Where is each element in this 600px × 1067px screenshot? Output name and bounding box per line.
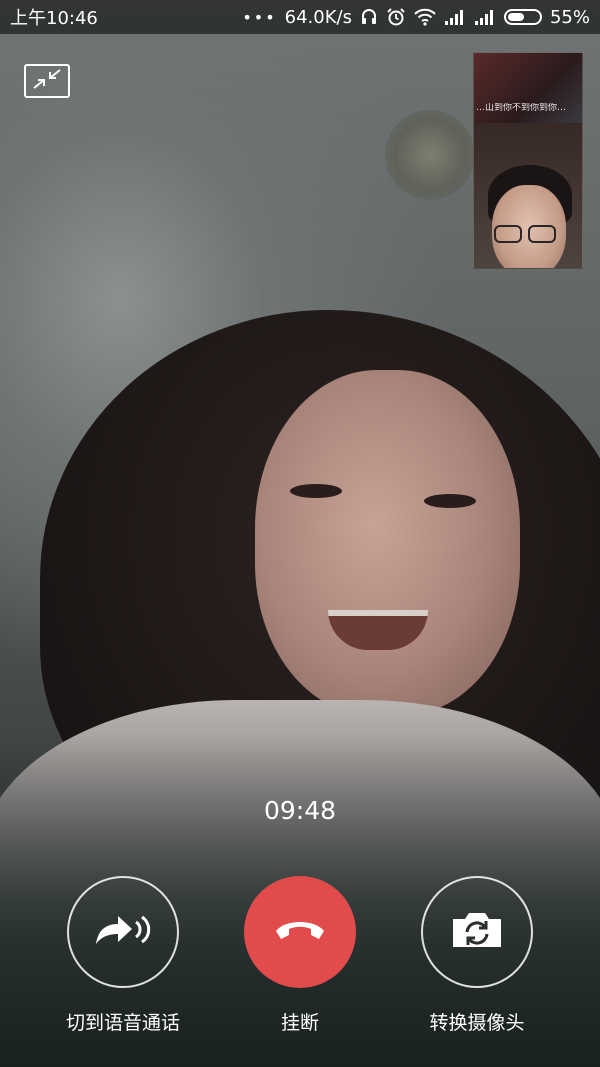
signal-icon-2 <box>474 9 496 25</box>
battery-fill <box>507 13 525 21</box>
remote-person-eye <box>290 484 342 498</box>
wifi-icon <box>414 8 436 26</box>
switch-camera-button[interactable] <box>421 876 533 988</box>
self-video-preview[interactable]: …山到你不到你到你… <box>473 52 583 269</box>
hang-up-icon <box>273 917 327 947</box>
hang-up-button[interactable] <box>244 876 356 988</box>
status-bar: 上午10:46 ••• 64.0K/s 55% <box>0 0 600 34</box>
remote-person-eye <box>424 494 476 508</box>
switch-camera-label: 转换摄像头 <box>429 1012 525 1034</box>
remote-person-face <box>255 370 520 715</box>
network-speed: 64.0K/s <box>284 6 352 28</box>
switch-camera-control: 转换摄像头 <box>387 876 567 1035</box>
switch-to-voice-control: 切到语音通话 <box>33 876 213 1035</box>
hang-up-label: 挂断 <box>280 1012 319 1034</box>
switch-to-voice-label: 切到语音通话 <box>65 1012 180 1034</box>
video-call-screen: 上午10:46 ••• 64.0K/s 55% …山到你不到你到你… 09:48… <box>0 0 600 1067</box>
call-timer: 09:48 <box>263 796 337 825</box>
more-dots: ••• <box>242 7 277 27</box>
minimize-button[interactable] <box>24 64 70 98</box>
headset-icon <box>360 8 378 26</box>
battery-percent: 55% <box>549 6 590 28</box>
camera-switch-icon <box>449 909 505 955</box>
voice-switch-icon <box>92 910 154 954</box>
switch-to-voice-button[interactable] <box>67 876 179 988</box>
self-person-glasses <box>528 225 556 243</box>
alarm-icon <box>386 7 406 27</box>
signal-icon <box>444 9 466 25</box>
background-wall-spot <box>385 110 475 200</box>
minimize-icon <box>30 67 64 95</box>
hang-up-control: 挂断 <box>210 876 390 1035</box>
status-time: 上午10:46 <box>10 8 98 29</box>
battery-icon <box>503 9 542 25</box>
self-preview-caption: …山到你不到你到你… <box>476 103 567 113</box>
self-person-glasses <box>494 225 522 243</box>
status-right-group: ••• 64.0K/s 55% <box>242 7 590 28</box>
